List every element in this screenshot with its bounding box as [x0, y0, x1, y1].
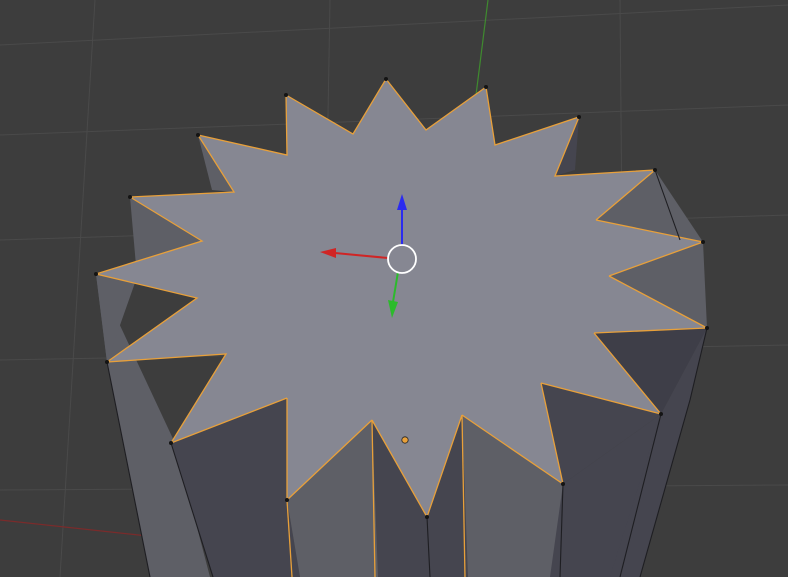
viewport-canvas[interactable]	[0, 0, 788, 577]
median-point	[401, 436, 409, 444]
3d-viewport[interactable]	[0, 0, 788, 577]
